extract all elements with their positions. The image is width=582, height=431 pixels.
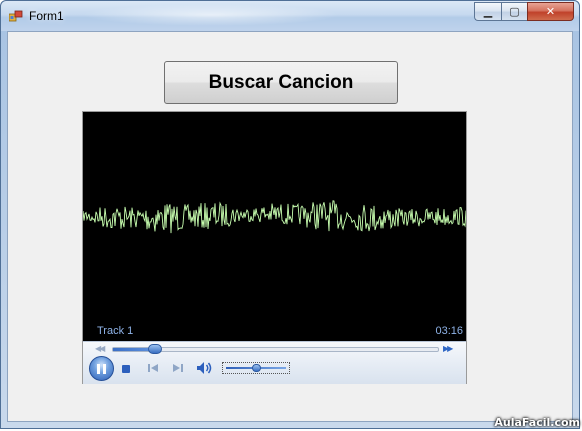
close-icon: ✕ — [545, 6, 556, 18]
title-glow — [81, 4, 341, 26]
close-button[interactable]: ✕ — [527, 2, 574, 21]
volume-thumb[interactable] — [252, 364, 261, 372]
form-icon[interactable] — [9, 10, 23, 22]
window-title: Form1 — [29, 9, 64, 23]
waveform-visualization — [83, 200, 466, 234]
waveform-line — [83, 200, 466, 234]
pause-button[interactable] — [89, 356, 114, 381]
elapsed-time: 03:16 — [435, 325, 463, 337]
maximize-icon: ▢ — [509, 6, 520, 18]
previous-track-icon[interactable] — [146, 361, 160, 375]
maximize-button[interactable]: ▢ — [501, 2, 527, 21]
pause-icon — [97, 363, 106, 374]
minimize-icon: ▁ — [483, 6, 493, 18]
fast-forward-icon[interactable]: ▶▶ — [443, 344, 453, 353]
watermark: AulaFacil.com — [494, 416, 580, 429]
app-window: Form1 ▁ ▢ ✕ Buscar Cancion Track 1 03:16… — [0, 0, 580, 429]
seek-thumb[interactable] — [148, 344, 163, 354]
rewind-icon[interactable]: ◀◀ — [95, 344, 105, 353]
search-song-button[interactable]: Buscar Cancion — [164, 61, 398, 104]
title-bar[interactable]: Form1 ▁ ▢ ✕ — [1, 1, 579, 31]
player-controls: ◀◀ ▶▶ — [83, 341, 466, 384]
track-title: Track 1 — [97, 325, 134, 337]
media-player[interactable]: Track 1 03:16 ◀◀ ▶▶ — [82, 111, 467, 384]
minimize-button[interactable]: ▁ — [474, 2, 501, 21]
volume-slider[interactable] — [222, 362, 290, 374]
form-client-area: Buscar Cancion Track 1 03:16 ◀◀ ▶▶ — [7, 31, 573, 422]
seek-bar[interactable] — [112, 344, 439, 354]
volume-icon[interactable] — [196, 360, 214, 376]
caption-buttons: ▁ ▢ ✕ — [474, 2, 574, 22]
next-track-icon[interactable] — [171, 361, 185, 375]
stop-button[interactable] — [122, 365, 130, 373]
